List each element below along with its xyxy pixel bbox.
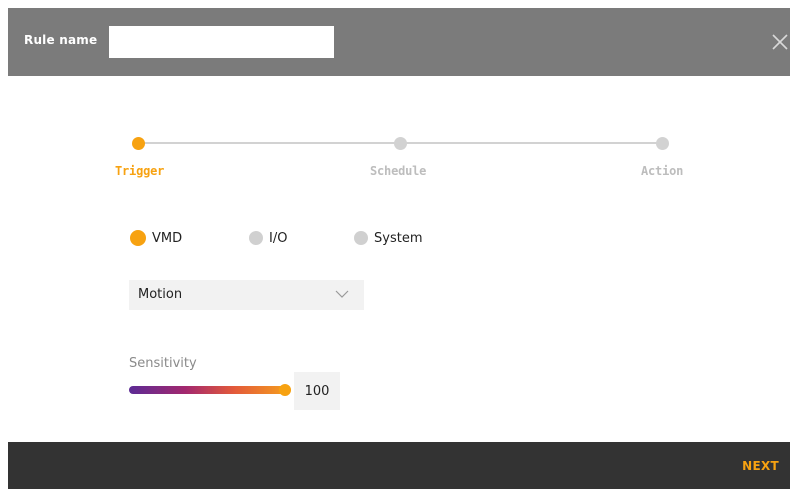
radio-label: I/O (269, 230, 288, 246)
close-icon (772, 34, 788, 50)
step-connector (406, 142, 662, 144)
step-dot-trigger[interactable] (132, 137, 145, 150)
rule-dialog: Rule name Trigger Schedule Action VMD I/… (8, 8, 790, 489)
radio-unselected-indicator (354, 231, 368, 245)
sensitivity-slider[interactable] (129, 386, 291, 394)
close-button[interactable] (769, 31, 790, 53)
radio-io[interactable]: I/O (249, 228, 287, 248)
step-label-action[interactable]: Action (641, 164, 683, 178)
chevron-down-icon (335, 290, 349, 298)
next-button[interactable]: NEXT (742, 459, 779, 473)
radio-vmd[interactable]: VMD (130, 228, 182, 248)
step-dot-schedule[interactable] (394, 137, 407, 150)
dialog-header: Rule name (8, 8, 790, 76)
sensitivity-value-box[interactable]: 100 (294, 372, 340, 410)
sensitivity-label: Sensitivity (129, 356, 197, 371)
radio-system[interactable]: System (354, 228, 422, 248)
step-dot-action[interactable] (656, 137, 669, 150)
step-label-trigger[interactable]: Trigger (115, 164, 164, 178)
radio-label: System (374, 230, 423, 246)
radio-selected-indicator (130, 230, 146, 246)
radio-label: VMD (152, 230, 183, 246)
sensitivity-value: 100 (304, 383, 330, 399)
rule-name-input[interactable] (109, 26, 334, 58)
step-label-schedule[interactable]: Schedule (370, 164, 426, 178)
dialog-footer: NEXT (8, 442, 790, 489)
trigger-type-group: VMD I/O System (8, 228, 790, 258)
radio-unselected-indicator (249, 231, 263, 245)
rule-name-label: Rule name (24, 33, 98, 47)
event-type-select[interactable]: Motion (129, 280, 364, 310)
step-progress: Trigger Schedule Action (8, 128, 790, 188)
step-connector (144, 142, 400, 144)
sensitivity-slider-handle[interactable] (279, 384, 291, 396)
event-type-value: Motion (138, 287, 183, 302)
